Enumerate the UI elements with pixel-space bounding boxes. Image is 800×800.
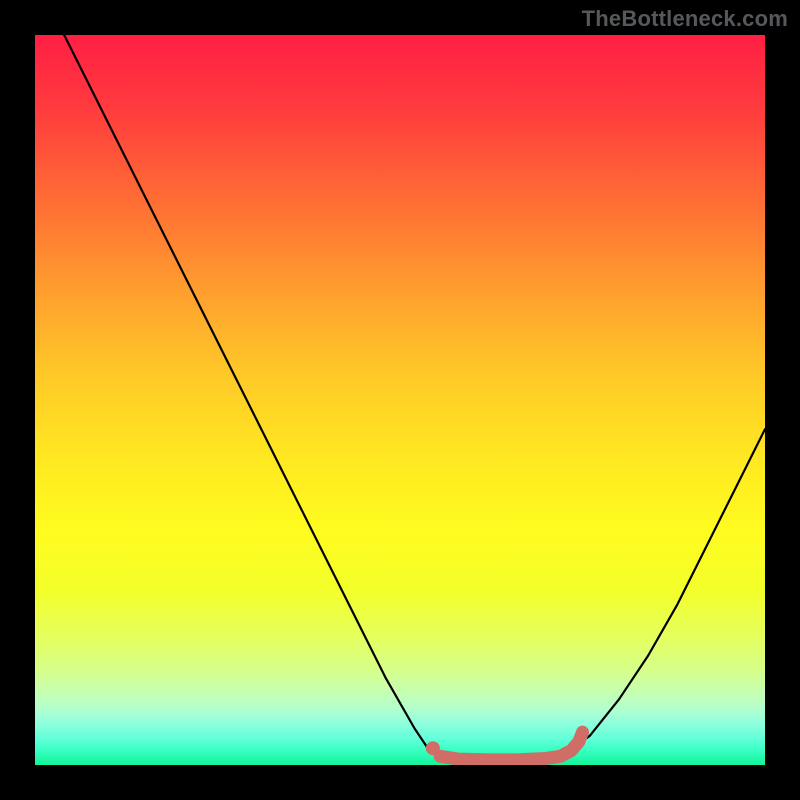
plot-area bbox=[35, 35, 765, 765]
optimal-range-highlight bbox=[440, 732, 582, 760]
marker-dot bbox=[426, 741, 440, 755]
attribution-label: TheBottleneck.com bbox=[582, 6, 788, 32]
bottleneck-curve bbox=[35, 35, 765, 761]
chart-frame: TheBottleneck.com bbox=[0, 0, 800, 800]
chart-svg bbox=[35, 35, 765, 765]
